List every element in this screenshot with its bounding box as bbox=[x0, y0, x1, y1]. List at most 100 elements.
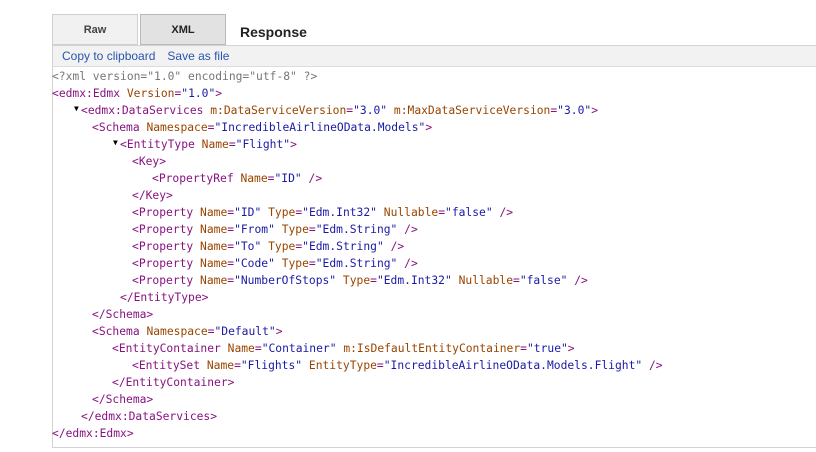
xml-line-schema-close: </Schema> bbox=[92, 391, 153, 408]
attr-name: EntityType bbox=[308, 359, 377, 372]
equals: = bbox=[308, 223, 316, 236]
equals: = bbox=[254, 342, 262, 355]
attr-value: "ID" bbox=[234, 206, 262, 219]
bracket: > bbox=[159, 155, 167, 168]
attr-name: Name bbox=[200, 223, 228, 236]
bracket: < bbox=[132, 240, 139, 253]
tag-name: EntityContainer bbox=[118, 342, 221, 355]
triangle-down-icon[interactable]: ▼ bbox=[74, 104, 79, 113]
xml-line-entityset: <EntitySet Name="Flights" EntityType="In… bbox=[132, 357, 663, 374]
xml-line-propertyref: <PropertyRef Name="ID" /> bbox=[152, 170, 322, 187]
xml-line-schema-open: <Schema Namespace="Default"> bbox=[92, 323, 283, 340]
attr-name: Name bbox=[200, 274, 228, 287]
attr-value: "1.0" bbox=[181, 87, 216, 100]
tag-name: edmx:DataServices bbox=[87, 104, 204, 117]
bracket: < bbox=[52, 87, 59, 100]
tag-name: /Schema bbox=[98, 308, 147, 321]
xml-line-schema-close: </Schema> bbox=[92, 306, 153, 323]
bracket: > bbox=[166, 189, 173, 202]
tag-name: PropertyRef bbox=[158, 172, 234, 185]
attr-value: "3.0" bbox=[353, 104, 388, 117]
attr-name: Type bbox=[268, 240, 296, 253]
attr-name: Nullable bbox=[383, 206, 439, 219]
bracket: > bbox=[146, 308, 154, 321]
bracket: < bbox=[132, 359, 139, 372]
tag-name: /EntityContainer bbox=[118, 376, 228, 389]
bracket: /> bbox=[308, 172, 323, 185]
attr-value: "IncredibleAirlineOData.Models" bbox=[214, 121, 426, 134]
xml-line-dataservices-close: </edmx:DataServices> bbox=[81, 408, 217, 425]
equals: = bbox=[308, 257, 316, 270]
bracket: > bbox=[425, 121, 433, 134]
bracket: < bbox=[81, 104, 88, 117]
attr-value: "false" bbox=[445, 206, 493, 219]
equals: = bbox=[376, 359, 384, 372]
tag-name: /Schema bbox=[98, 393, 147, 406]
tag-name: Property bbox=[138, 257, 194, 270]
bracket: > bbox=[126, 427, 134, 440]
attr-value: "Flight" bbox=[235, 138, 291, 151]
tab-raw[interactable]: Raw bbox=[52, 14, 138, 45]
bracket: /> bbox=[404, 223, 418, 236]
copy-to-clipboard-link[interactable]: Copy to clipboard bbox=[62, 49, 155, 63]
attr-name: Type bbox=[268, 206, 296, 219]
response-label: Response bbox=[240, 24, 307, 40]
attr-value: "3.0" bbox=[557, 104, 592, 117]
bracket: > bbox=[227, 376, 235, 389]
bracket: < bbox=[112, 342, 119, 355]
bracket: < bbox=[132, 155, 139, 168]
bracket: < bbox=[92, 121, 99, 134]
bracket: < bbox=[52, 427, 59, 440]
attr-name: Type bbox=[281, 223, 309, 236]
xml-line-schema-open: <Schema Namespace="IncredibleAirlineODat… bbox=[92, 119, 432, 136]
attr-value: "To" bbox=[234, 240, 262, 253]
xml-line-entitycontainer-open: <EntityContainer Name="Container" m:IsDe… bbox=[112, 340, 575, 357]
attr-value: "Edm.String" bbox=[302, 240, 384, 253]
xml-line-entitytype-close: </EntityType> bbox=[120, 289, 208, 306]
tag-name: /edmx:DataServices bbox=[87, 410, 211, 423]
tag-name: Key bbox=[138, 155, 160, 168]
xml-line-edmx-open: <edmx:Edmx Version="1.0"> bbox=[52, 85, 222, 102]
attr-value: "NumberOfStops" bbox=[234, 274, 337, 287]
bracket: < bbox=[132, 274, 139, 287]
attr-name: m:IsDefaultEntityContainer bbox=[343, 342, 521, 355]
attr-value: "Edm.String" bbox=[315, 223, 398, 236]
tag-name: Property bbox=[138, 223, 194, 236]
xml-prolog-text: <?xml version="1.0" encoding="utf-8" ?> bbox=[52, 70, 318, 83]
tag-name: edmx:Edmx bbox=[58, 87, 121, 100]
attr-name: Namespace bbox=[146, 121, 208, 134]
bracket: /> bbox=[649, 359, 663, 372]
equals: = bbox=[513, 274, 520, 287]
attr-name: Name bbox=[200, 240, 228, 253]
bracket: < bbox=[92, 393, 99, 406]
viewer-toolbar: Copy to clipboard Save as file bbox=[53, 46, 816, 67]
save-as-file-link[interactable]: Save as file bbox=[167, 49, 229, 63]
equals: = bbox=[370, 274, 377, 287]
xml-line-entitycontainer-close: </EntityContainer> bbox=[112, 374, 234, 391]
bracket: > bbox=[215, 87, 223, 100]
attr-name: Name bbox=[227, 342, 255, 355]
bracket: /> bbox=[404, 257, 418, 270]
equals: = bbox=[234, 359, 241, 372]
bracket: > bbox=[275, 325, 283, 338]
tag-name: EntityType bbox=[126, 138, 195, 151]
bracket: > bbox=[567, 342, 575, 355]
tag-name: /EntityType bbox=[126, 291, 202, 304]
attr-value: "Container" bbox=[261, 342, 337, 355]
attr-name: Name bbox=[206, 359, 235, 372]
attr-value: "Edm.Int32" bbox=[376, 274, 452, 287]
attr-value: "Flights" bbox=[240, 359, 303, 372]
bracket: < bbox=[132, 223, 139, 236]
tab-xml[interactable]: XML bbox=[140, 14, 226, 45]
bracket: < bbox=[132, 206, 139, 219]
tag-name: Property bbox=[138, 240, 194, 253]
equals: = bbox=[438, 206, 446, 219]
bracket: > bbox=[591, 104, 598, 117]
bracket: < bbox=[132, 189, 139, 202]
attr-value: "Code" bbox=[234, 257, 275, 270]
xml-line-entitytype-open: <EntityType Name="Flight"> bbox=[120, 136, 297, 153]
xml-line-property: <Property Name="Code" Type="Edm.String" … bbox=[132, 255, 418, 272]
attr-value: "true" bbox=[526, 342, 568, 355]
bracket: < bbox=[152, 172, 159, 185]
triangle-down-icon[interactable]: ▼ bbox=[113, 138, 118, 147]
